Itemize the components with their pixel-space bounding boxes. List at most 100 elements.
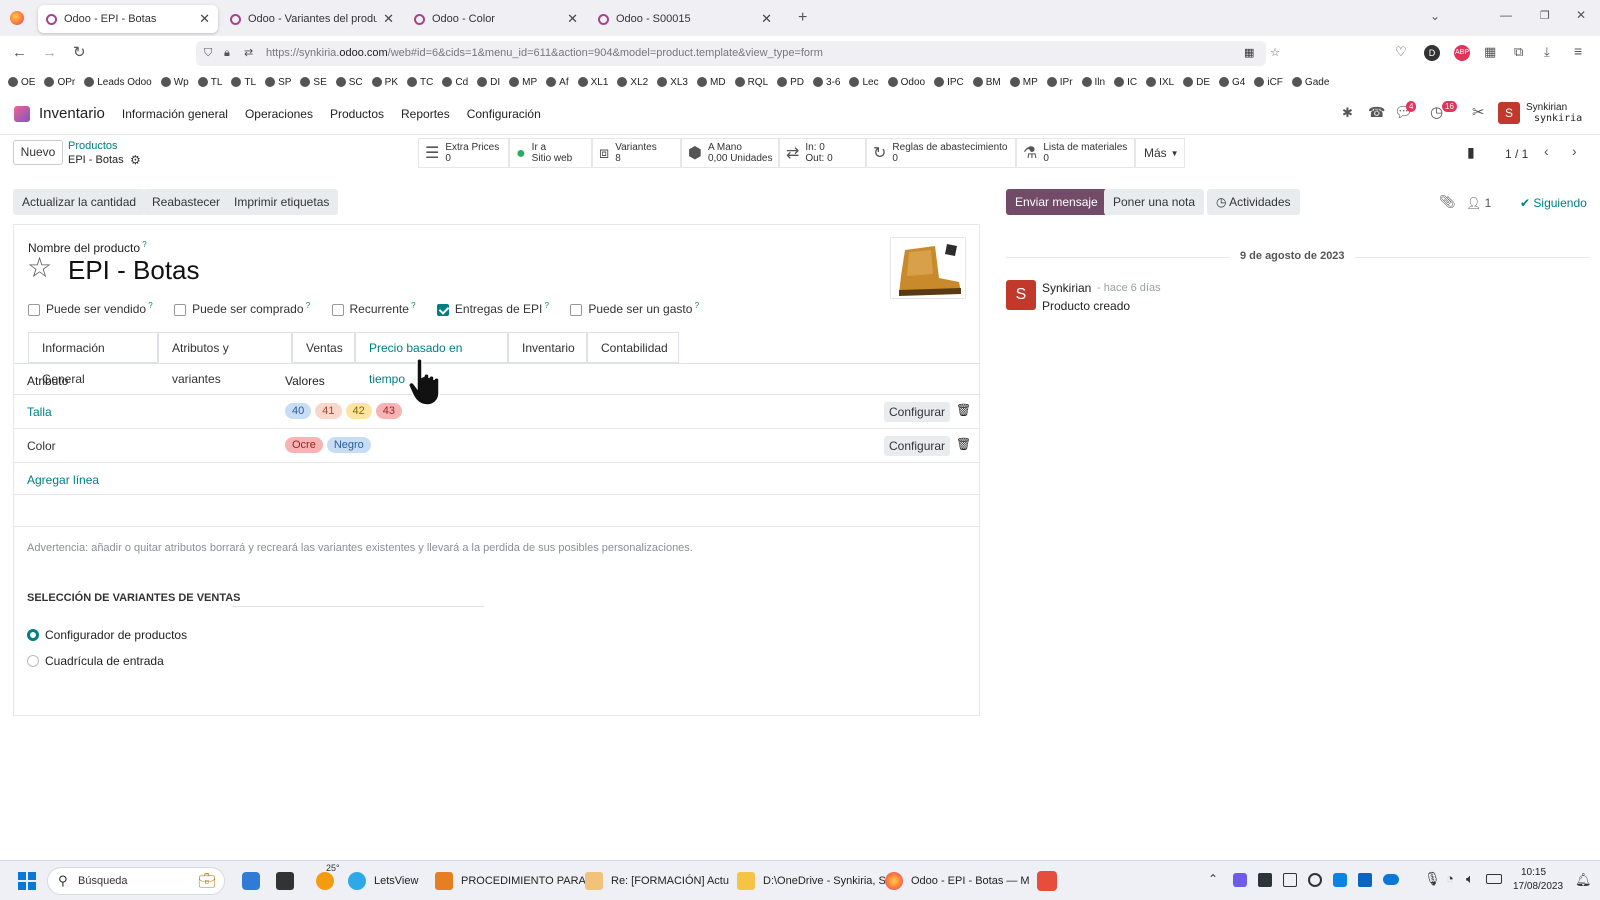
following-button[interactable]: ✔ Siguiendo: [1520, 196, 1587, 210]
smart-button-in-out[interactable]: ⇄ In: 0 Out: 0: [779, 138, 866, 168]
menu-configuration[interactable]: Configuración: [467, 107, 541, 121]
weather-icon[interactable]: [316, 872, 334, 890]
bug-icon[interactable]: ✱: [1342, 105, 1353, 121]
close-icon[interactable]: ✕: [761, 11, 772, 27]
bookmark-item[interactable]: OPr: [44, 77, 75, 88]
trash-icon[interactable]: 🗑︎: [956, 437, 971, 451]
bookmark-item[interactable]: Lec: [849, 77, 879, 88]
pager-next-icon[interactable]: ›: [1572, 143, 1577, 159]
avatar[interactable]: S: [1498, 102, 1520, 124]
clock-time[interactable]: 10:15: [1521, 867, 1546, 878]
new-tab-icon[interactable]: +: [798, 9, 807, 27]
adblock-icon[interactable]: ABP: [1454, 45, 1470, 61]
print-labels-button[interactable]: Imprimir etiquetas: [225, 189, 339, 215]
more-button[interactable]: Más ▼: [1135, 138, 1185, 168]
menu-operations[interactable]: Operaciones: [245, 107, 313, 121]
tab-sales[interactable]: Ventas: [292, 332, 355, 363]
send-message-button[interactable]: Enviar mensaje: [1006, 189, 1107, 215]
inventory-app-icon[interactable]: [14, 105, 30, 122]
taskbar-app-letsview[interactable]: LetsView: [348, 861, 418, 900]
breadcrumb-parent[interactable]: Productos: [68, 140, 118, 152]
bookmark-item[interactable]: SE: [300, 77, 327, 88]
bookmark-item[interactable]: PD: [777, 77, 804, 88]
bookmark-item[interactable]: MP: [1009, 77, 1038, 88]
bookmark-item[interactable]: DI: [477, 77, 500, 88]
close-icon[interactable]: ✕: [199, 11, 210, 27]
favorite-star-icon[interactable]: ☆: [27, 251, 52, 284]
paperclip-icon[interactable]: 📎︎: [1439, 194, 1456, 210]
tab-inventory[interactable]: Inventario: [508, 332, 587, 363]
checkbox-recurring[interactable]: Recurrente ?: [331, 301, 416, 316]
tray-icon[interactable]: [1308, 873, 1322, 887]
taskbar-app-procedure[interactable]: PROCEDIMIENTO PARA: [435, 861, 586, 900]
battery-icon[interactable]: [1486, 874, 1502, 884]
wifi-icon[interactable]: ◔: [1446, 871, 1454, 886]
configure-button[interactable]: Configurar: [884, 436, 951, 456]
bookmark-item[interactable]: Cd: [442, 77, 468, 88]
download-icon[interactable]: ⤓: [1544, 44, 1550, 60]
outlook-icon[interactable]: [1358, 873, 1372, 887]
phone-icon[interactable]: ☎: [1368, 104, 1385, 121]
bookmark-item[interactable]: IXL: [1146, 77, 1174, 88]
checkbox-purchase-ok[interactable]: Puede ser comprado ?: [174, 301, 310, 316]
table-row[interactable]: Color Ocre Negro Configurar 🗑︎: [14, 429, 980, 462]
close-window-icon[interactable]: ✕: [1576, 8, 1586, 22]
url-bar[interactable]: ⛉ 🔒︎ ⇄ https://synkiria.odoo.com/web#id=…: [196, 41, 1280, 66]
tab-accounting[interactable]: Contabilidad: [587, 332, 679, 363]
pager-prev-icon[interactable]: ‹: [1544, 143, 1549, 159]
activities-button[interactable]: ◷ Actividades: [1207, 189, 1300, 215]
product-image[interactable]: [890, 237, 966, 299]
teams-icon[interactable]: [242, 872, 260, 890]
taskbar-app-firefox[interactable]: Odoo - EPI - Botas — M: [885, 861, 1030, 900]
account-icon[interactable]: D: [1424, 45, 1440, 61]
bookmark-item[interactable]: G4: [1219, 77, 1245, 88]
close-icon[interactable]: ✕: [383, 11, 394, 27]
bookmark-item[interactable]: 3-6: [813, 77, 840, 88]
reload-icon[interactable]: ↻: [73, 43, 86, 61]
column-header-attribute[interactable]: Atributo: [27, 374, 68, 388]
bookmark-item[interactable]: Gade: [1291, 77, 1329, 88]
checkbox-box[interactable]: [331, 303, 344, 316]
taskbar-app-explorer[interactable]: D:\OneDrive - Synkiria, S: [737, 861, 886, 900]
tab-attributes-variants[interactable]: Atributos y variantes: [158, 332, 292, 386]
tray-icon[interactable]: [1258, 873, 1272, 887]
bookmark-item[interactable]: TL: [197, 77, 222, 88]
checkbox-sale-ok[interactable]: Puede ser vendido ?: [28, 301, 153, 316]
app-name[interactable]: Inventario: [39, 105, 105, 122]
checkbox-box[interactable]: [174, 303, 187, 316]
user-name[interactable]: Synkirian: [1526, 102, 1567, 113]
product-name[interactable]: EPI - Botas: [68, 255, 200, 286]
checkbox-box-checked[interactable]: [436, 303, 449, 316]
bookmark-item[interactable]: iCF: [1254, 77, 1283, 88]
smart-button-replenishment-rules[interactable]: ↻ Reglas de abastecimiento 0: [866, 138, 1016, 168]
onedrive-icon[interactable]: [1383, 874, 1399, 885]
smart-button-on-hand[interactable]: ⬢ A Mano 0,00 Unidades: [681, 138, 779, 168]
notifications-icon[interactable]: 🔔︎: [1575, 872, 1592, 888]
bookmark-item[interactable]: Wp: [160, 77, 189, 88]
checkbox-can-be-expensed[interactable]: Puede ser un gasto ?: [570, 301, 699, 316]
bookmark-item[interactable]: Leads Odoo: [84, 77, 152, 88]
message-author[interactable]: Synkirian: [1042, 281, 1091, 295]
bookmark-item[interactable]: PK: [371, 77, 398, 88]
microphone-icon[interactable]: 🎙︎: [1424, 871, 1441, 887]
chevron-down-icon[interactable]: ⌄: [1430, 9, 1440, 23]
checkbox-box[interactable]: [28, 303, 40, 316]
volume-icon[interactable]: 🔈︎: [1466, 871, 1474, 887]
close-icon[interactable]: ✕: [567, 11, 578, 27]
bookmark-item[interactable]: IPC: [934, 77, 964, 88]
bookmark-item[interactable]: DE: [1183, 77, 1210, 88]
author-avatar[interactable]: S: [1006, 280, 1036, 310]
smart-button-website[interactable]: ● Ir a Sitio web: [509, 138, 592, 168]
browser-tab-active[interactable]: Odoo - EPI - Botas ✕: [38, 5, 218, 33]
bookmark-item[interactable]: BM: [972, 77, 1001, 88]
browser-tab[interactable]: Odoo - Variantes del producto ✕: [222, 5, 402, 33]
smart-button-variants[interactable]: ⧈ Variantes 8: [592, 138, 681, 168]
tab-general-info[interactable]: Información General: [28, 332, 158, 386]
bookmark-item[interactable]: MP: [509, 77, 537, 88]
file-explorer-icon[interactable]: [276, 872, 294, 890]
radio-option-configurator[interactable]: Configurador de productos: [27, 628, 187, 642]
bookmark-item[interactable]: RQL: [734, 77, 768, 88]
browser-tab[interactable]: Odoo - Color ✕: [406, 5, 586, 33]
bookmark-item[interactable]: IPr: [1046, 77, 1073, 88]
chevron-up-icon[interactable]: ⌃: [1208, 872, 1218, 886]
